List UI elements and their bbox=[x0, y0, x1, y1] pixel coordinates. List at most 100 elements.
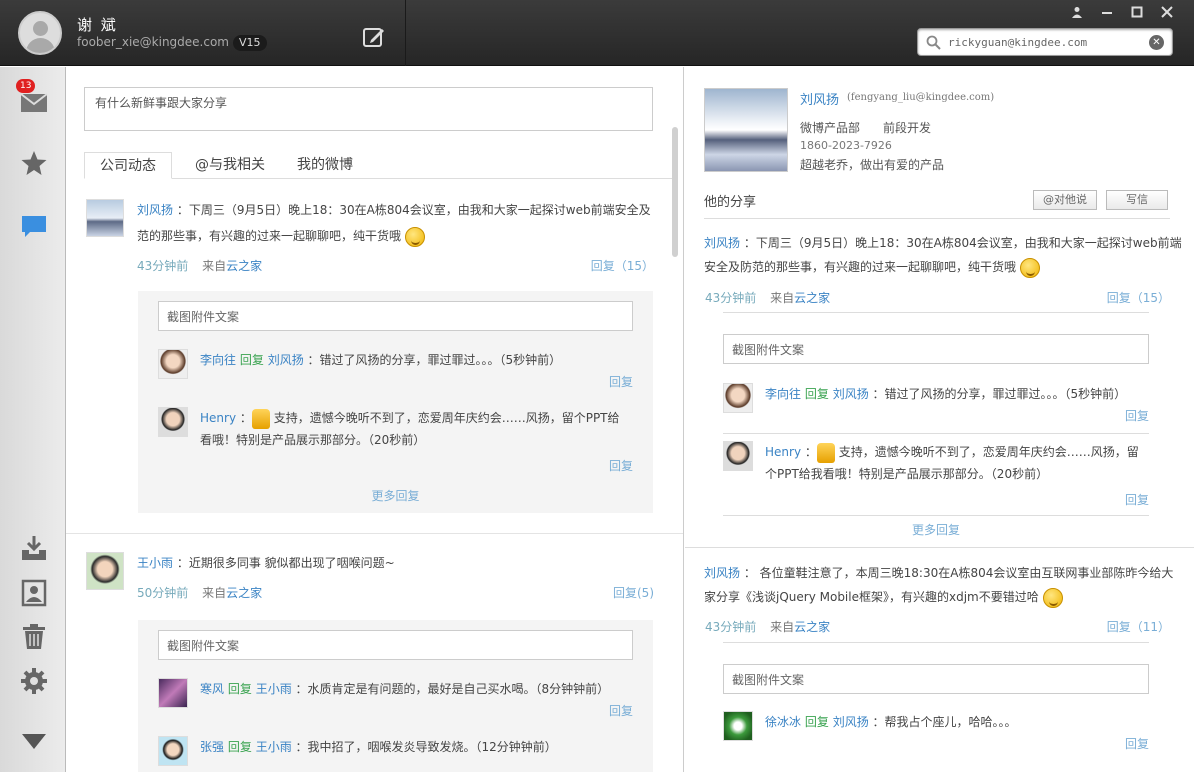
post-author[interactable]: 刘风扬 bbox=[704, 236, 740, 250]
tab-my-weibo[interactable]: 我的微博 bbox=[282, 152, 368, 179]
close-icon[interactable] bbox=[1158, 6, 1176, 20]
reply-target[interactable]: 王小雨 bbox=[256, 682, 292, 696]
more-replies-link[interactable]: 更多回复 bbox=[138, 487, 653, 504]
reply-avatar[interactable] bbox=[158, 678, 188, 708]
user-icon[interactable] bbox=[1068, 6, 1086, 20]
post-source[interactable]: 云之家 bbox=[226, 259, 262, 273]
reply-avatar[interactable] bbox=[723, 383, 753, 413]
post-time: 43分钟前 bbox=[705, 620, 757, 634]
reply-avatar[interactable] bbox=[158, 736, 188, 766]
reply-target[interactable]: 刘风扬 bbox=[833, 387, 869, 401]
post-time: 43分钟前 bbox=[137, 259, 189, 273]
settings-icon[interactable] bbox=[20, 667, 48, 695]
reply-input[interactable]: 截图附件文案 bbox=[158, 301, 633, 331]
reply-link[interactable]: 回复 bbox=[609, 455, 633, 477]
reply-author[interactable]: 李向往 bbox=[765, 387, 801, 401]
chat-icon[interactable] bbox=[20, 212, 48, 240]
smile-emoji-icon bbox=[1019, 257, 1040, 278]
trash-icon[interactable] bbox=[20, 622, 48, 650]
reply-count-link[interactable]: 回复（15） bbox=[591, 257, 654, 274]
profile-name[interactable]: 刘风扬 bbox=[800, 89, 839, 108]
minimize-icon[interactable] bbox=[1098, 6, 1116, 20]
smile-emoji-icon bbox=[1042, 587, 1063, 608]
reply-author[interactable]: Henry bbox=[765, 445, 801, 459]
reply-target[interactable]: 刘风扬 bbox=[268, 353, 304, 367]
post-author[interactable]: 王小雨 bbox=[137, 556, 173, 570]
reply-thread: 截图附件文案 寒风 回复 王小雨 ：水质肯定是有问题的，最好是自己买水喝。（8分… bbox=[138, 620, 653, 772]
reply-text: ：错过了风扬的分享，罪过罪过。。。（5秒钟前） bbox=[307, 353, 562, 367]
title-bar: 谢 斌 foober_xie@kingdee.com V15 ✕ bbox=[0, 0, 1194, 66]
reply-item: 李向往 回复 刘风扬 ：错过了风扬的分享，罪过罪过。。。（5秒钟前） 回复 bbox=[158, 349, 633, 395]
reply-input[interactable]: 截图附件文案 bbox=[158, 630, 633, 660]
post-time: 43分钟前 bbox=[705, 291, 757, 305]
compose-icon[interactable] bbox=[362, 26, 386, 48]
post-source[interactable]: 云之家 bbox=[794, 291, 830, 305]
author-avatar[interactable] bbox=[86, 552, 124, 590]
reply-author[interactable]: 李向往 bbox=[200, 353, 236, 367]
profile-dept: 微博产品部 bbox=[800, 121, 861, 135]
profile-role: 前段开发 bbox=[883, 121, 932, 135]
reply-verb: 回复 bbox=[239, 353, 264, 367]
user-level-badge: V15 bbox=[233, 35, 267, 51]
post-text: ：下周三（9月5日）晚上18：30在A栋804会议室，由我和大家一起探讨web前… bbox=[137, 203, 651, 243]
contacts-icon[interactable] bbox=[20, 579, 48, 607]
reply-text: ：我中招了，咽喉发炎导致发烧。（12分钟钟前） bbox=[295, 740, 557, 754]
mention-him-button[interactable]: @对他说 bbox=[1033, 190, 1097, 210]
reply-count-link[interactable]: 回复（15） bbox=[1107, 289, 1170, 306]
user-avatar[interactable] bbox=[18, 11, 62, 55]
reply-text: ：水质肯定是有问题的，最好是自己买水喝。（8分钟钟前） bbox=[295, 682, 610, 696]
reply-avatar[interactable] bbox=[723, 441, 753, 471]
shares-heading: 他的分享 bbox=[704, 195, 757, 210]
reply-link[interactable]: 回复 bbox=[609, 371, 633, 393]
tab-mentions[interactable]: @与我相关 bbox=[180, 152, 280, 179]
divider bbox=[704, 218, 1170, 219]
share-input[interactable]: 有什么新鲜事跟大家分享 bbox=[84, 87, 653, 131]
post-divider bbox=[66, 533, 683, 534]
author-avatar[interactable] bbox=[86, 199, 124, 237]
reply-link[interactable]: 回复 bbox=[1125, 489, 1149, 511]
clear-search-icon[interactable]: ✕ bbox=[1149, 35, 1164, 50]
reply-input[interactable]: 截图附件文案 bbox=[723, 664, 1149, 694]
star-icon[interactable] bbox=[20, 149, 48, 177]
post-author[interactable]: 刘风扬 bbox=[704, 566, 740, 580]
reply-avatar[interactable] bbox=[158, 349, 188, 379]
more-replies-link[interactable]: 更多回复 bbox=[723, 521, 1149, 538]
post-author[interactable]: 刘风扬 bbox=[137, 203, 173, 217]
post-time: 50分钟前 bbox=[137, 586, 189, 600]
search-input[interactable] bbox=[948, 34, 1138, 50]
reply-author[interactable]: Henry bbox=[200, 411, 236, 425]
reply-target[interactable]: 王小雨 bbox=[256, 740, 292, 754]
post-text: ：近期很多同事 貌似都出现了咽喉问题~ bbox=[176, 556, 395, 570]
reply-link[interactable]: 回复 bbox=[609, 700, 633, 722]
reply-count-link[interactable]: 回复（11） bbox=[1107, 618, 1170, 635]
post-source-label: 来自 bbox=[770, 291, 795, 305]
reply-link[interactable]: 回复 bbox=[1125, 405, 1149, 427]
reply-item: 徐冰冰 回复 刘风扬 ：帮我占个座儿，哈哈。。。 回复 bbox=[723, 711, 1149, 757]
reply-thread: 截图附件文案 李向往 回复 刘风扬 ：错过了风扬的分享，罪过罪过。。。（5秒钟前… bbox=[723, 327, 1149, 547]
post-text: ： 各位童鞋注意了，本周三晚18:30在A栋804会议室由互联网事业部陈昨今给大… bbox=[704, 566, 1174, 604]
post-source-label: 来自 bbox=[202, 259, 227, 273]
reply-link[interactable]: 回复 bbox=[1125, 733, 1149, 755]
expand-down-icon[interactable] bbox=[20, 727, 48, 755]
inbox-download-icon[interactable] bbox=[20, 534, 48, 562]
profile-email: (fengyang_liu@kingdee.com) bbox=[847, 92, 995, 103]
reply-author[interactable]: 寒风 bbox=[200, 682, 224, 696]
post-source[interactable]: 云之家 bbox=[794, 620, 830, 634]
reply-input[interactable]: 截图附件文案 bbox=[723, 334, 1149, 364]
reply-author[interactable]: 徐冰冰 bbox=[765, 715, 801, 729]
tab-company[interactable]: 公司动态 bbox=[84, 152, 172, 179]
reply-target[interactable]: 刘风扬 bbox=[833, 715, 869, 729]
feed-scrollbar[interactable] bbox=[672, 127, 678, 257]
profile-motto: 超越老乔，做出有爱的产品 bbox=[800, 158, 945, 172]
reply-item: 李向往 回复 刘风扬 ：错过了风扬的分享，罪过罪过。。。（5秒钟前） 回复 bbox=[723, 383, 1149, 429]
post-source[interactable]: 云之家 bbox=[226, 586, 262, 600]
profile-photo[interactable] bbox=[704, 88, 788, 172]
reply-author[interactable]: 张强 bbox=[200, 740, 224, 754]
reply-count-link[interactable]: 回复(5) bbox=[613, 584, 654, 601]
write-mail-button[interactable]: 写信 bbox=[1106, 190, 1168, 210]
search-icon bbox=[926, 35, 941, 50]
reply-avatar[interactable] bbox=[158, 407, 188, 437]
maximize-icon[interactable] bbox=[1128, 6, 1146, 20]
reply-verb: 回复 bbox=[804, 715, 829, 729]
reply-avatar[interactable] bbox=[723, 711, 753, 741]
